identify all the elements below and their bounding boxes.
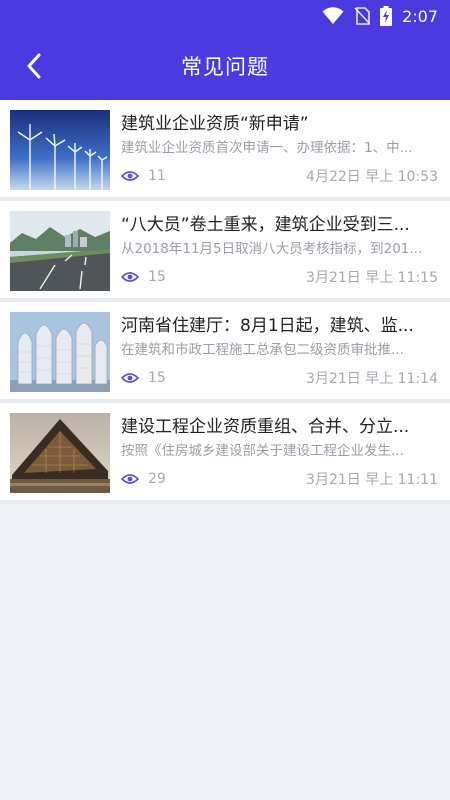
view-count: 15 [148, 269, 166, 285]
article-date: 4月22日 早上 10:53 [306, 169, 438, 185]
wind-turbines-image [10, 110, 110, 190]
article-summary: 从2018年11月5日取消八大员考核指标，到201... [121, 241, 423, 257]
article-title: 建筑业企业资质“新申请” [121, 114, 309, 134]
view-count: 29 [148, 471, 166, 487]
eye-icon [121, 373, 139, 383]
no-sim-icon [354, 7, 371, 25]
view-count: 15 [148, 370, 166, 386]
eye-icon [121, 171, 139, 181]
page-title: 常见问题 [181, 55, 269, 79]
article-date: 3月21日 早上 11:11 [306, 472, 438, 488]
article-title: 建设工程企业资质重组、合并、分立... [121, 417, 410, 437]
modern-building-image [10, 413, 110, 493]
article-item[interactable]: “八大员”卷土重来，建筑企业受到三... 从2018年11月5日取消八大员考核指… [0, 201, 450, 302]
article-date: 3月21日 早上 11:15 [306, 270, 438, 286]
article-date: 3月21日 早上 11:14 [306, 371, 438, 387]
article-title: “八大员”卷土重来，建筑企业受到三... [121, 215, 410, 235]
article-summary: 在建筑和市政工程施工总承包二级资质审批推... [121, 342, 404, 358]
status-bar: 2:07 [0, 0, 450, 32]
app-bar: 常见问题 [0, 32, 450, 100]
article-summary: 建筑业企业资质首次申请一、办理依据：1、中... [121, 140, 413, 156]
wifi-icon [322, 7, 344, 24]
highway-image [10, 211, 110, 291]
article-item[interactable]: 河南省住建厅：8月1日起，建筑、监... 在建筑和市政工程施工总承包二级资质审批… [0, 302, 450, 403]
eye-icon [121, 474, 139, 484]
battery-charging-icon [380, 6, 393, 26]
article-summary: 按照《住房城乡建设部关于建设工程企业发生... [121, 443, 404, 459]
article-item[interactable]: 建筑业企业资质“新申请” 建筑业企业资质首次申请一、办理依据：1、中... 11… [0, 100, 450, 201]
view-count: 11 [148, 168, 166, 184]
article-title: 河南省住建厅：8月1日起，建筑、监... [121, 316, 414, 336]
eye-icon [121, 272, 139, 282]
status-time: 2:07 [402, 6, 438, 26]
article-item[interactable]: 建设工程企业资质重组、合并、分立... 按照《住房城乡建设部关于建设工程企业发生… [0, 403, 450, 504]
article-list: 建筑业企业资质“新申请” 建筑业企业资质首次申请一、办理依据：1、中... 11… [0, 100, 450, 504]
towers-image [10, 312, 110, 392]
back-button[interactable] [18, 50, 50, 82]
chevron-left-icon [27, 53, 41, 79]
